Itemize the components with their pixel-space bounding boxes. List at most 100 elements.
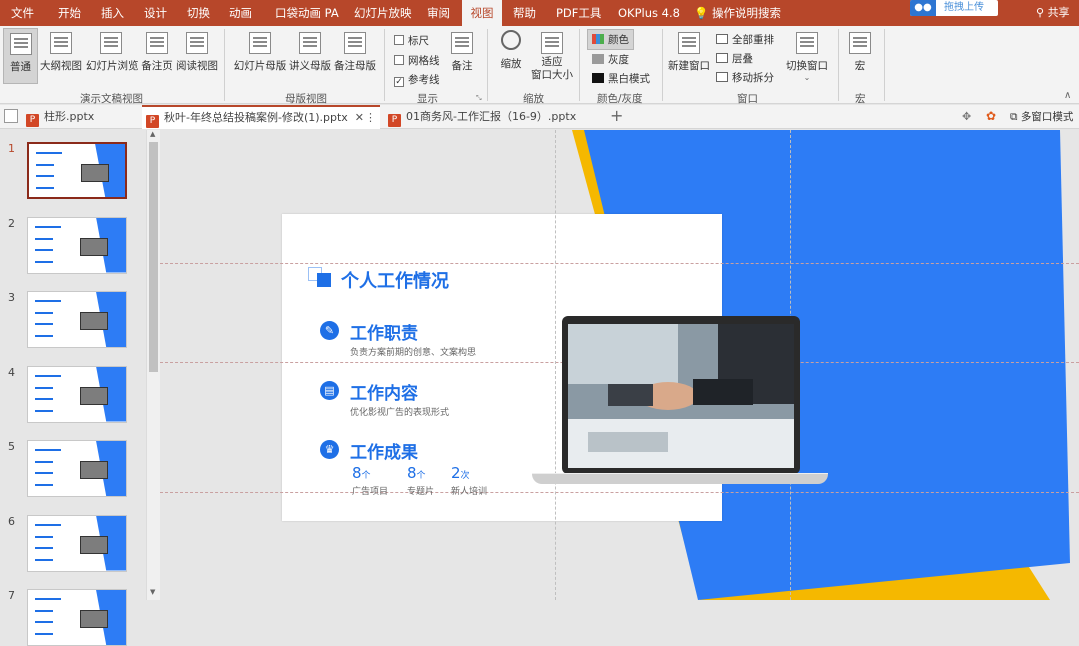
guide-line (160, 492, 1079, 493)
grayscale-button[interactable]: 灰度 (592, 52, 629, 67)
menu-animations[interactable]: 动画 (229, 0, 252, 26)
scroll-up-icon[interactable]: ▲ (150, 130, 155, 138)
normal-view-icon (9, 33, 32, 55)
tab-qiuye-summary-pptx[interactable]: P 秋叶-年终总结投稿案例-修改(1).pptx ✕ ⋮ (142, 105, 380, 129)
handout-master-icon (299, 32, 321, 54)
stat-ad-projects-value[interactable]: 8个 (352, 464, 371, 482)
stat-features-label[interactable]: 专题片 (407, 484, 434, 497)
section-title-results[interactable]: 工作成果 (350, 438, 418, 463)
thumb-text-line (35, 248, 53, 251)
menu-slideshow[interactable]: 幻灯片放映 (354, 0, 412, 26)
crown-icon: ♛ (320, 440, 339, 459)
cascade-button[interactable]: 层叠 (716, 51, 753, 66)
normal-view-button[interactable]: 普通 (3, 28, 38, 84)
collapse-ribbon-icon[interactable]: ∧ (1064, 90, 1071, 101)
close-tab-icon[interactable]: ✕ (355, 107, 364, 128)
slide-thumbnail[interactable] (27, 440, 127, 497)
arrange-all-button[interactable]: 全部重排 (716, 32, 774, 47)
gridlines-checkbox[interactable]: 网格线 (394, 53, 440, 68)
slide-thumbnail[interactable] (27, 291, 127, 348)
section-title-duties[interactable]: 工作职责 (350, 319, 418, 344)
section-desc-content[interactable]: 优化影视广告的表现形式 (350, 405, 449, 418)
laptop-base (532, 473, 828, 484)
macros-button[interactable]: 宏 (846, 32, 874, 73)
stat-training-label[interactable]: 新人培训 (451, 484, 487, 497)
share-button[interactable]: ⚲ 共享 (1036, 0, 1070, 26)
thumbnails-scrollbar[interactable]: ▲ ▼ (146, 130, 160, 600)
guide-line (160, 263, 1079, 264)
ribbon-separator (838, 29, 839, 101)
slide-thumbnail[interactable] (27, 142, 127, 199)
new-window-button[interactable]: 新建窗口 (668, 32, 710, 73)
thumb-laptop-image (80, 461, 108, 479)
lightbulb-icon: 💡 (694, 6, 709, 20)
thumb-text-line (35, 472, 53, 474)
new-tab-icon[interactable]: + (610, 105, 623, 127)
reading-view-button[interactable]: 阅读视图 (176, 32, 218, 73)
notes-button[interactable]: 备注 (448, 32, 476, 73)
slide-thumbnail[interactable] (27, 514, 127, 572)
move-split-button[interactable]: 移动拆分 (716, 70, 774, 85)
pin-icon[interactable]: ✥ (962, 110, 971, 123)
ribbon-separator (487, 29, 488, 101)
thumb-text-line (35, 260, 53, 263)
thumb-title-line (35, 523, 61, 526)
notes-page-button[interactable]: 备注页 (141, 32, 173, 73)
section-desc-duties[interactable]: 负责方案前期的创意、文案构思 (350, 345, 476, 358)
slide-thumbnail[interactable] (27, 365, 127, 423)
multi-window-mode-button[interactable]: ⧉ 多窗口模式 (1010, 105, 1073, 129)
stat-ad-projects-label[interactable]: 广告项目 (352, 484, 388, 497)
handout-master-button[interactable]: 讲义母版 (289, 32, 331, 73)
menu-view[interactable]: 视图 (462, 0, 502, 28)
menu-design[interactable]: 设计 (144, 0, 167, 26)
scrollbar-thumb[interactable] (149, 142, 158, 372)
section-title-content[interactable]: 工作内容 (350, 379, 418, 404)
menu-file[interactable]: 文件 (11, 0, 34, 26)
menu-home[interactable]: 开始 (58, 0, 81, 26)
drag-upload-button[interactable]: ●● 拖拽上传 (910, 0, 998, 16)
slide-number: 7 (8, 589, 15, 602)
stat-features-value[interactable]: 8个 (407, 464, 426, 482)
slide-number: 1 (8, 142, 15, 155)
switch-window-button[interactable]: 切换窗口 ⌄ (784, 32, 830, 82)
fit-to-window-button[interactable]: 适应 窗口大小 (530, 32, 574, 82)
tell-me-search[interactable]: 💡 操作说明搜索 (694, 0, 781, 26)
thumb-text-line (35, 621, 53, 623)
menu-insert[interactable]: 插入 (101, 0, 124, 26)
stat-training-value[interactable]: 2次 (451, 464, 470, 482)
menu-okplus[interactable]: OKPlus 4.8 (618, 0, 680, 26)
laptop-image[interactable] (562, 316, 800, 474)
ribbon-separator (884, 29, 885, 101)
tab-business-report-pptx[interactable]: P 01商务风-工作汇报（16-9）.pptx (384, 105, 604, 129)
menu-pdf-tools[interactable]: PDF工具 (556, 0, 601, 26)
guides-checkbox[interactable]: ✓ 参考线 (394, 72, 440, 87)
group-label-zoom: 缩放 (523, 93, 544, 105)
chevron-down-icon: ⌄ (803, 73, 811, 82)
menu-transitions[interactable]: 切换 (187, 0, 210, 26)
black-white-button[interactable]: 黑白模式 (592, 71, 650, 86)
thumb-title-line (36, 152, 62, 154)
tab-list-icon[interactable] (4, 109, 18, 123)
more-options-icon[interactable]: ⋮ (365, 107, 376, 128)
menu-help[interactable]: 帮助 (513, 0, 536, 26)
notes-master-button[interactable]: 备注母版 (333, 32, 377, 73)
slide-thumbnail[interactable] (27, 589, 127, 646)
scroll-down-icon[interactable]: ▼ (150, 588, 155, 596)
tab-bar-chart-pptx[interactable]: P 柱形.pptx (24, 105, 140, 129)
ruler-checkbox[interactable]: 标尺 (394, 33, 429, 48)
zoom-button[interactable]: 缩放 (496, 30, 526, 71)
slide-title[interactable]: 个人工作情况 (341, 267, 449, 293)
outline-view-button[interactable]: 大纲视图 (40, 32, 82, 73)
group-label-macros: 宏 (855, 93, 866, 105)
dialog-launcher-icon[interactable]: ⤡ (476, 94, 482, 103)
grayscale-swatch-icon (592, 54, 604, 64)
slide-master-button[interactable]: 幻灯片母版 (232, 32, 288, 73)
document-tab-bar: P 柱形.pptx P 秋叶-年终总结投稿案例-修改(1).pptx ✕ ⋮ P 01… (0, 105, 1079, 129)
menu-pocket-animation[interactable]: 口袋动画 PA (275, 0, 339, 26)
slide-sorter-button[interactable]: 幻灯片浏览 (86, 32, 139, 73)
color-button[interactable]: 颜色 (587, 29, 634, 50)
thumb-laptop-image (80, 312, 108, 330)
slide-thumbnail[interactable] (27, 216, 127, 274)
settings-gear-icon[interactable]: ✿ (986, 109, 996, 123)
menu-review[interactable]: 审阅 (427, 0, 450, 26)
